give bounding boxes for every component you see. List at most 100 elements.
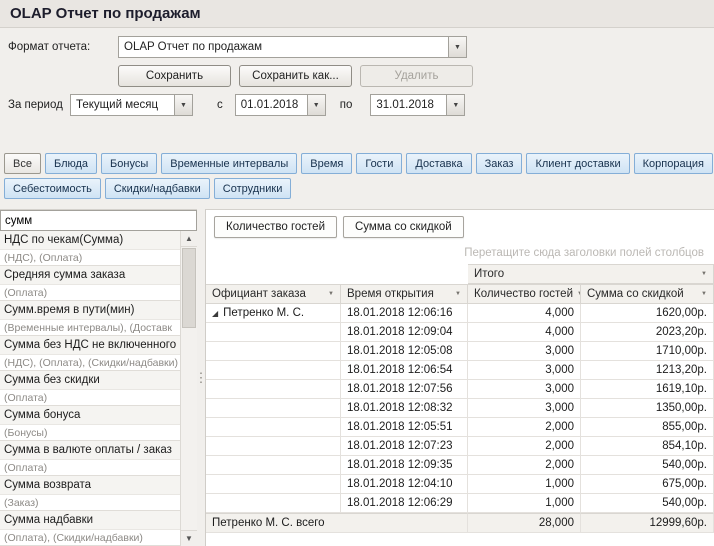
filter-arrow-icon[interactable]: ▼ [328, 291, 334, 297]
filter-tab[interactable]: Доставка [406, 153, 471, 174]
measure-category: (Оплата) [0, 460, 180, 476]
column-header-row: Официант заказа ▼ Время открытия ▼ Колич… [206, 284, 714, 304]
sidebar-scrollbar[interactable]: ▲ ▼ [180, 231, 197, 546]
filter-tab[interactable]: Скидки/надбавки [105, 178, 210, 199]
report-format-select[interactable]: OLAP Отчет по продажам ▼ [118, 36, 467, 58]
to-date-select[interactable]: 31.01.2018 ▼ [370, 94, 465, 116]
filter-arrow-icon[interactable]: ▼ [455, 291, 461, 297]
column-header-officiant[interactable]: Официант заказа ▼ [206, 284, 341, 304]
list-item[interactable]: Средняя сумма заказа (Оплата) [0, 266, 180, 301]
table-row[interactable]: ◢ 18.01.2018 12:05:51 2,000 855,00р. [206, 418, 714, 437]
from-label: с [217, 99, 223, 111]
filter-tab[interactable]: Себестоимость [4, 178, 101, 199]
filter-tab[interactable]: Корпорация [634, 153, 713, 174]
table-row[interactable]: ◢ 18.01.2018 12:07:56 3,000 1619,10р. [206, 380, 714, 399]
filter-tab-all[interactable]: Все [4, 153, 41, 174]
table-row[interactable]: ◢ 18.01.2018 12:09:35 2,000 540,00р. [206, 456, 714, 475]
header-spacer [206, 264, 468, 283]
measure-chip-sum[interactable]: Сумма со скидкой [343, 216, 464, 238]
measure-name: Сумма бонуса [0, 406, 180, 425]
scroll-up-icon[interactable]: ▲ [181, 231, 197, 247]
measure-list: НДС по чекам(Сумма) (НДС), (Оплата) Сред… [0, 231, 180, 546]
measure-chips: Количество гостей Сумма со скидкой [214, 216, 714, 238]
column-header-guests[interactable]: Количество гостей ▼ [468, 284, 581, 304]
filter-tab[interactable]: Временные интервалы [161, 153, 297, 174]
measure-category: (Заказ) [0, 495, 180, 511]
expand-icon[interactable]: ◢ [212, 309, 218, 318]
column-header-discount-sum[interactable]: Сумма со скидкой ▼ [581, 284, 714, 304]
table-row[interactable]: ◢ 18.01.2018 12:05:08 3,000 1710,00р. [206, 342, 714, 361]
measure-search-input[interactable] [0, 210, 197, 231]
sum-cell: 855,00р. [581, 418, 714, 437]
guests-cell: 2,000 [468, 456, 581, 475]
total-row: Петренко М. С. всего 28,000 12999,60р. [206, 513, 714, 533]
filter-tab[interactable]: Клиент доставки [526, 153, 629, 174]
splitter-handle[interactable]: ⋮ [197, 209, 205, 546]
chevron-down-icon[interactable]: ▼ [307, 95, 325, 115]
group-label: Петренко М. С. [223, 307, 304, 319]
table-row[interactable]: ◢ 18.01.2018 12:06:29 1,000 540,00р. [206, 494, 714, 513]
table-row[interactable]: ◢ 18.01.2018 12:08:32 3,000 1350,00р. [206, 399, 714, 418]
group-cell: ◢ [206, 399, 341, 418]
filter-tab[interactable]: Сотрудники [214, 178, 292, 199]
list-item[interactable]: Сумма возврата (Заказ) [0, 476, 180, 511]
filter-tabs-row1: Все Блюда Бонусы Временные интервалы Вре… [4, 153, 714, 174]
table-row[interactable]: ◢ Петренко М. С. 18.01.2018 12:06:16 4,0… [206, 304, 714, 323]
group-cell: ◢ [206, 494, 341, 513]
table-row[interactable]: ◢ 18.01.2018 12:04:10 1,000 675,00р. [206, 475, 714, 494]
filter-tab[interactable]: Время [301, 153, 352, 174]
filter-tab[interactable]: Заказ [476, 153, 523, 174]
column-header-total[interactable]: Итого ▼ [468, 264, 714, 284]
report-format-value: OLAP Отчет по продажам [119, 37, 448, 57]
measures-sidebar: НДС по чекам(Сумма) (НДС), (Оплата) Сред… [0, 209, 197, 546]
to-label: по [340, 99, 353, 111]
table-row[interactable]: ◢ 18.01.2018 12:07:23 2,000 854,10р. [206, 437, 714, 456]
sum-cell: 1350,00р. [581, 399, 714, 418]
guests-cell: 4,000 [468, 304, 581, 323]
filter-tab[interactable]: Гости [356, 153, 402, 174]
list-item[interactable]: Сумма без НДС не включенного в с (НДС), … [0, 336, 180, 371]
sum-cell: 1620,00р. [581, 304, 714, 323]
actions-row: Сохранить Сохранить как... Удалить [118, 65, 714, 87]
period-preset-select[interactable]: Текущий месяц ▼ [70, 94, 193, 116]
chevron-down-icon[interactable]: ▼ [174, 95, 192, 115]
group-cell: ◢ [206, 342, 341, 361]
list-item[interactable]: Сумма без скидки (Оплата) [0, 371, 180, 406]
measure-category: (НДС), (Оплата) [0, 250, 180, 266]
guests-cell: 3,000 [468, 361, 581, 380]
period-row: За период Текущий месяц ▼ с 01.01.2018 ▼… [8, 94, 714, 116]
measure-name: Сумм.время в пути(мин) [0, 301, 180, 320]
list-item[interactable]: Сумм.время в пути(мин) (Временные интерв… [0, 301, 180, 336]
group-cell: ◢ [206, 323, 341, 342]
table-row[interactable]: ◢ 18.01.2018 12:09:04 4,000 2023,20р. [206, 323, 714, 342]
list-item[interactable]: Сумма бонуса (Бонусы) [0, 406, 180, 441]
scrollbar-thumb[interactable] [182, 248, 196, 328]
chevron-down-icon[interactable]: ▼ [446, 95, 464, 115]
filter-tab[interactable]: Бонусы [101, 153, 157, 174]
guests-cell: 3,000 [468, 380, 581, 399]
list-item[interactable]: НДС по чекам(Сумма) (НДС), (Оплата) [0, 231, 180, 266]
filter-arrow-icon[interactable]: ▼ [701, 271, 707, 277]
content-area: НДС по чекам(Сумма) (НДС), (Оплата) Сред… [0, 209, 714, 546]
column-header-open-time[interactable]: Время открытия ▼ [341, 284, 468, 304]
from-date-select[interactable]: 01.01.2018 ▼ [235, 94, 326, 116]
sum-cell: 540,00р. [581, 456, 714, 475]
open-time-cell: 18.01.2018 12:05:51 [341, 418, 468, 437]
list-item[interactable]: Сумма надбавки (Оплата), (Скидки/надбавк… [0, 511, 180, 546]
filter-tab[interactable]: Блюда [45, 153, 97, 174]
list-item[interactable]: Сумма в валюте оплаты / заказ (Оплата) [0, 441, 180, 476]
save-as-button[interactable]: Сохранить как... [239, 65, 352, 87]
filter-arrow-icon[interactable]: ▼ [701, 291, 707, 297]
save-button[interactable]: Сохранить [118, 65, 231, 87]
table-row[interactable]: ◢ 18.01.2018 12:06:54 3,000 1213,20р. [206, 361, 714, 380]
measure-category: (Оплата), (Скидки/надбавки) [0, 530, 180, 546]
scroll-down-icon[interactable]: ▼ [181, 530, 197, 546]
measure-chip-guests[interactable]: Количество гостей [214, 216, 337, 238]
column-drop-hint: Перетащите сюда заголовки полей столбцов [206, 247, 704, 259]
chevron-down-icon[interactable]: ▼ [448, 37, 466, 57]
period-preset-value: Текущий месяц [71, 95, 174, 115]
total-sum-cell: 12999,60р. [581, 513, 714, 533]
guests-cell: 1,000 [468, 475, 581, 494]
measure-category: (Бонусы) [0, 425, 180, 441]
measure-name: Сумма возврата [0, 476, 180, 495]
